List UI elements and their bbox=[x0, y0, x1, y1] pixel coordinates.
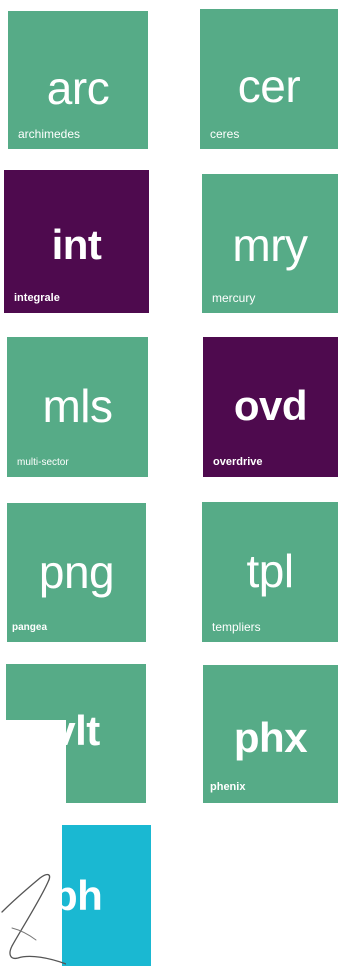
tile-archimedes[interactable]: arc archimedes bbox=[8, 11, 148, 149]
tile-ph[interactable]: ph bbox=[62, 825, 151, 966]
tile-abbreviation: png bbox=[38, 546, 115, 598]
tile-integrale[interactable]: int integrale bbox=[4, 170, 149, 313]
tile-label: mercury bbox=[212, 291, 256, 305]
tile-pangea[interactable]: png pangea bbox=[7, 503, 146, 642]
tile-label: multi-sector bbox=[17, 457, 69, 468]
signature-image bbox=[0, 868, 67, 966]
tile-abbreviation: ovd bbox=[233, 382, 308, 429]
tile-abbreviation: cer bbox=[237, 60, 301, 112]
tile-abbreviation: arc bbox=[46, 62, 110, 114]
tile-multi-sector[interactable]: mls multi-sector bbox=[7, 337, 148, 477]
tile-abbreviation: mry bbox=[232, 219, 308, 271]
tile-overdrive[interactable]: ovd overdrive bbox=[203, 337, 338, 477]
tile-abbreviation: phx bbox=[233, 714, 308, 761]
tile-templiers[interactable]: tpl templiers bbox=[202, 502, 338, 642]
tile-label: ceres bbox=[210, 127, 240, 141]
tile-label: pangea bbox=[12, 622, 48, 633]
tile-label: templiers bbox=[212, 620, 261, 634]
tile-label: archimedes bbox=[18, 127, 81, 141]
overlay-panel bbox=[0, 720, 66, 810]
tile-label: overdrive bbox=[213, 456, 263, 468]
tile-ceres[interactable]: cer ceres bbox=[200, 9, 338, 149]
tile-mercury[interactable]: mry mercury bbox=[202, 174, 338, 313]
tile-label: phenix bbox=[210, 781, 246, 793]
tile-abbreviation: mls bbox=[42, 380, 113, 432]
tile-abbreviation: tpl bbox=[246, 545, 294, 597]
tile-label: integrale bbox=[14, 292, 60, 304]
tile-abbreviation: ph bbox=[62, 872, 103, 919]
tile-abbreviation: int bbox=[51, 221, 102, 268]
tile-phenix[interactable]: phx phenix bbox=[203, 665, 338, 803]
